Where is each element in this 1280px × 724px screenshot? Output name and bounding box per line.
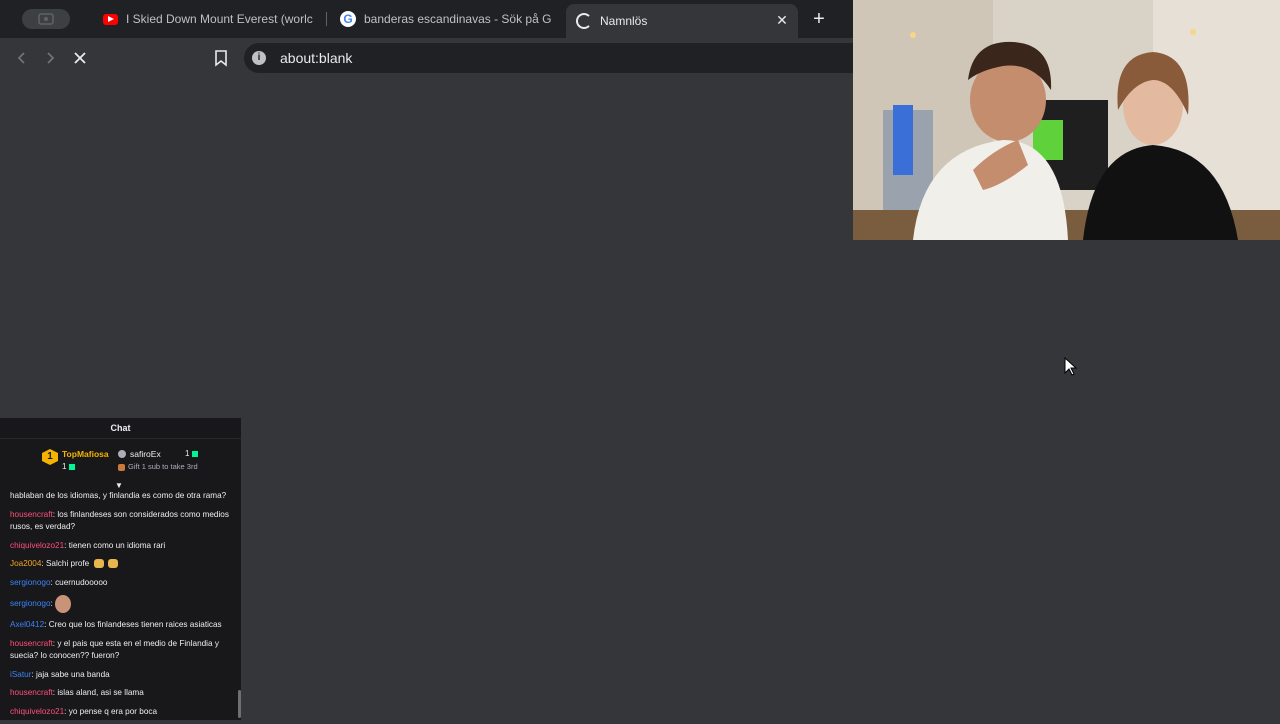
chat-message: chiquivelozo21: yo pense q era por boca [10,706,158,716]
webcam-overlay [853,0,1280,240]
chat-message: housencraft: y el pais que esta en el me… [10,638,219,661]
chat-message: Joa2004: Salchi profe [10,558,232,571]
arrow-left-icon [17,52,25,64]
chat-leaderboard: 1 TopMafiosa 1 safiroEx 1 Gift 1 sub to … [0,439,241,479]
chat-username[interactable]: housencraft [10,639,53,648]
chat-message: hablaban de los idiomas, y finlandia es … [10,491,227,500]
google-icon: G [340,11,356,27]
tab-title: Namnlös [600,14,648,28]
chevron-down-icon[interactable]: ▼ [115,481,123,490]
emote-icon [107,559,118,569]
loading-spinner-icon [576,13,592,29]
info-icon[interactable]: i [252,51,266,65]
chat-message: housencraft: los finlandeses son conside… [10,509,229,532]
bookmark-button[interactable] [212,48,230,68]
back-button[interactable] [12,48,32,68]
tab-active[interactable]: Namnlös ✕ [566,4,798,38]
arrow-right-icon [47,52,55,64]
tab-strip: I Skied Down Mount Everest (worlc G band… [0,0,853,38]
chat-username[interactable]: iSatur [10,670,31,679]
chat-scrollbar[interactable] [238,690,241,718]
chat-username[interactable]: sergionogo [10,578,51,587]
chat-username[interactable]: chiquivelozo21 [10,707,64,716]
leaderboard-first-count: 1 [62,462,76,471]
toolbar: i about:blank [0,38,864,78]
chat-messages: hablaban de los idiomas, y finlandia es … [10,490,232,724]
chat-message: chiquivelozo21: tienen como un idioma ra… [10,540,166,550]
close-icon[interactable]: ✕ [774,12,790,28]
window-icon [38,13,54,25]
stop-button[interactable] [70,48,90,68]
youtube-icon [102,11,118,27]
address-bar[interactable]: i about:blank [244,43,864,73]
face-emote-icon [55,595,72,613]
chat-message: sergionogo: [10,595,232,613]
emote-icon [93,559,104,569]
leaderboard-second-name: safiroEx [130,449,161,459]
leaderboard-second-count: 1 [185,449,199,458]
sub-icon [69,463,76,470]
chat-message: iSatur: jaja sabe una banda [10,669,110,679]
chat-username[interactable]: housencraft [10,510,53,519]
chat-username[interactable]: Joa2004 [10,559,41,568]
tab-title: I Skied Down Mount Everest (worlc [126,12,313,26]
new-tab-button[interactable]: + [809,9,829,29]
gear-icon [118,450,126,458]
sub-icon [192,450,199,457]
tab-group-pinned[interactable] [22,9,70,29]
leaderboard-first-name: TopMafiosa [62,449,109,459]
chat-message: sergionogo: cuernudooooo [10,577,108,587]
chat-username[interactable]: housencraft [10,688,53,697]
chat-message: Axel0412: Creo que los finlandeses tiene… [10,620,222,629]
gift-icon [118,463,125,471]
tab-separator [326,12,327,26]
url-text: about:blank [280,50,353,66]
tab-google-search[interactable]: G banderas escandinavas - Sök på G [334,4,552,34]
tab-title: banderas escandinavas - Sök på G [364,12,552,26]
chat-message: housencraft: islas aland, asi se llama [10,688,144,697]
chat-header: Chat [0,418,241,439]
bookmark-icon [215,50,227,67]
forward-button[interactable] [40,48,60,68]
tab-youtube[interactable]: I Skied Down Mount Everest (worlc [96,4,324,34]
mouse-cursor-icon [1064,357,1078,376]
chat-username[interactable]: sergionogo [10,599,51,608]
medal-icon: 1 [42,449,58,465]
chat-username[interactable]: chiquivelozo21 [10,541,64,550]
close-icon [74,52,86,64]
webcam-image [853,0,1280,240]
chat-username[interactable]: Axel0412 [10,620,44,629]
gift-sub-prompt[interactable]: Gift 1 sub to take 3rd [118,462,198,471]
leaderboard-first[interactable]: 1 [42,449,58,465]
